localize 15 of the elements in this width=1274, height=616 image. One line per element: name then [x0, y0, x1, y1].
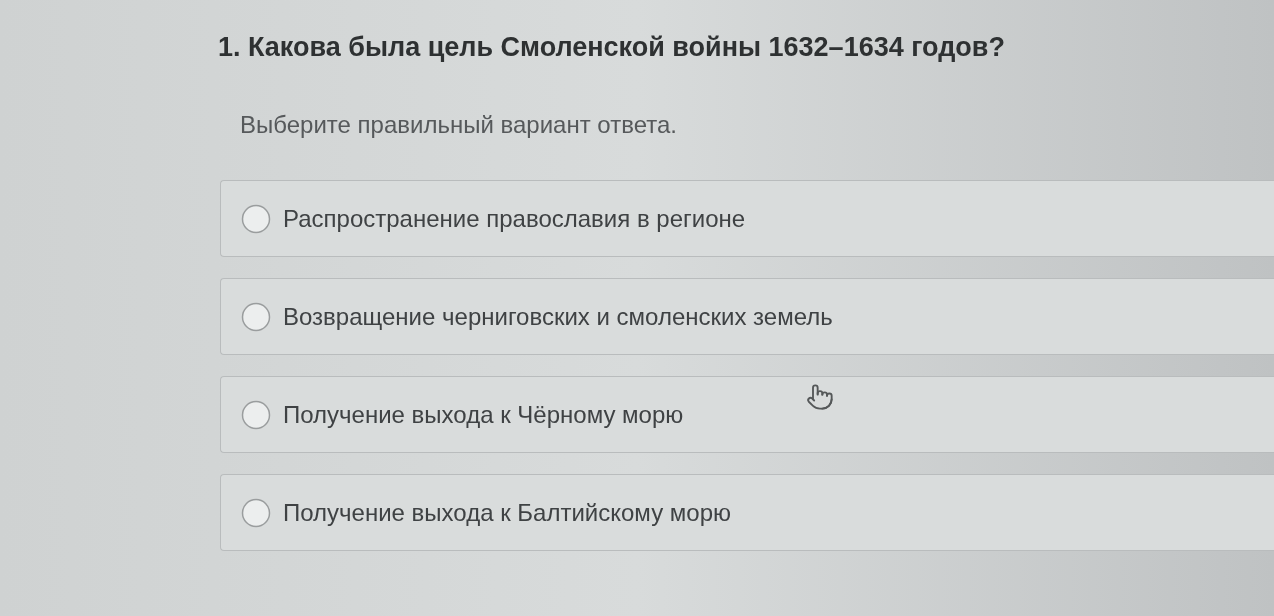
answer-option[interactable]: Распространение православия в регионе: [220, 180, 1274, 257]
hand-cursor-icon: [806, 382, 834, 412]
answer-option[interactable]: Получение выхода к Чёрному морю: [220, 376, 1274, 453]
radio-button-icon[interactable]: [241, 399, 271, 430]
question-title: 1. Какова была цель Смоленской войны 1632–1634 годов?: [218, 31, 1006, 63]
option-label: Распространение православия в регионе: [283, 203, 746, 234]
answer-option[interactable]: Возвращение черниговских и смоленских земель: [220, 278, 1274, 355]
option-label: Получение выхода к Чёрному морю: [283, 399, 684, 430]
option-label: Получение выхода к Балтийскому морю: [283, 497, 731, 528]
instruction-text: Выберите правильный вариант ответа.: [240, 110, 678, 140]
radio-button-icon[interactable]: [241, 497, 271, 528]
radio-button-icon[interactable]: [241, 203, 271, 234]
option-label: Возвращение черниговских и смоленских земель: [283, 301, 833, 332]
answer-option[interactable]: Получение выхода к Балтийскому морю: [220, 474, 1274, 551]
radio-button-icon[interactable]: [241, 301, 271, 332]
